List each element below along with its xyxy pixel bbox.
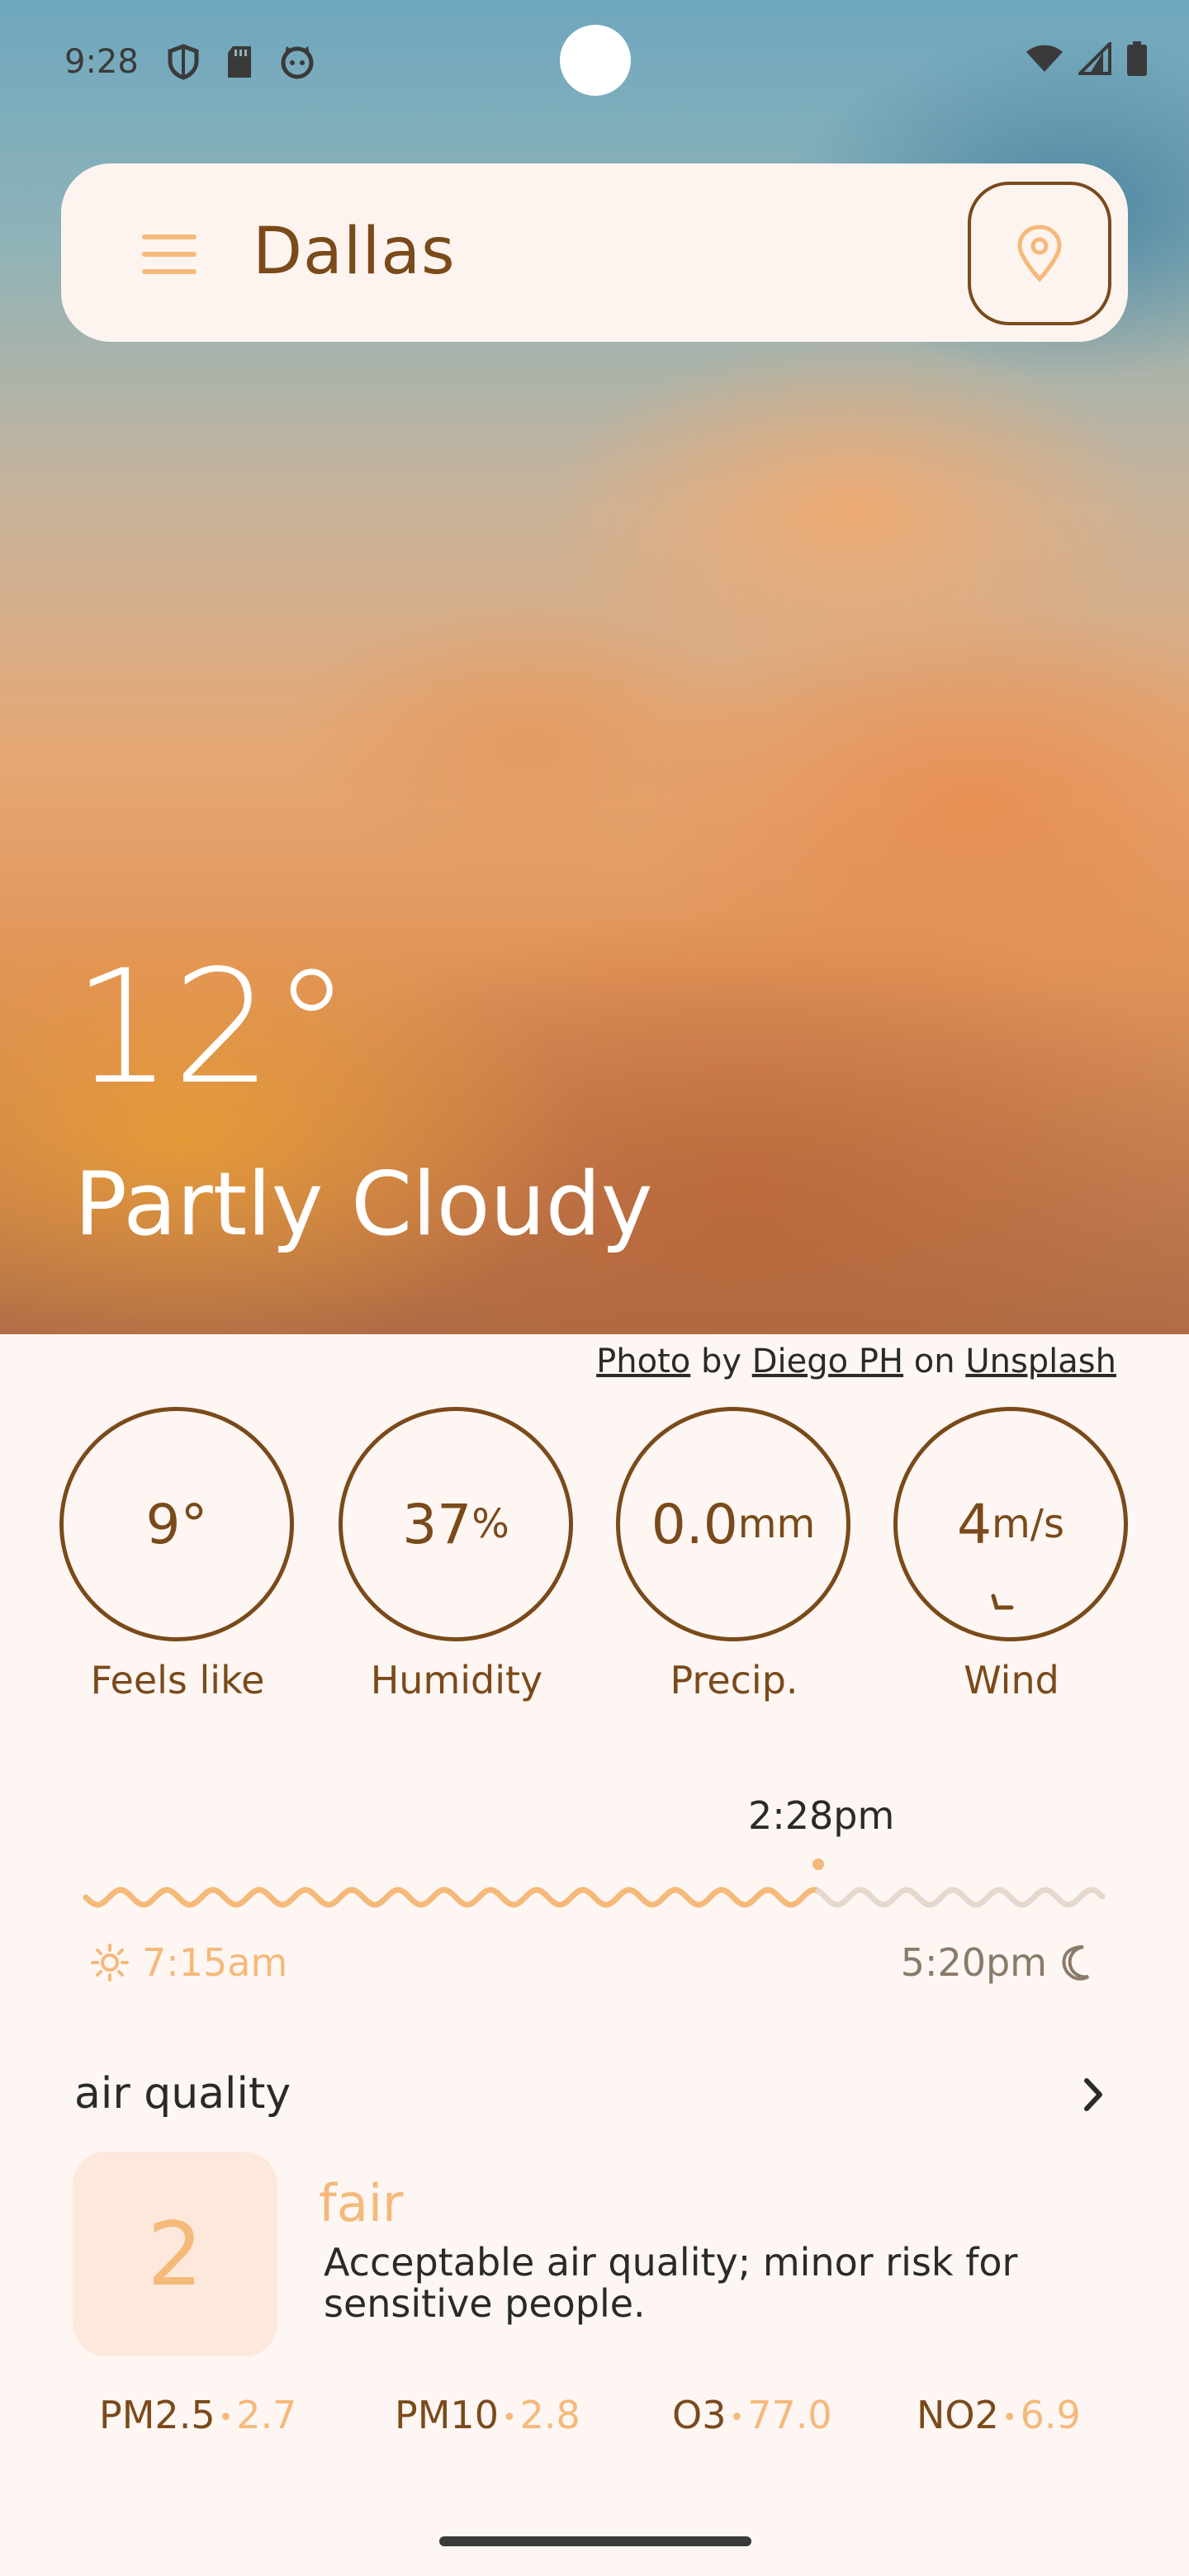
photo-credit: Photo by Diego PH on Unsplash — [596, 1342, 1116, 1380]
stat-unit: m/s — [992, 1501, 1064, 1547]
pollutant-value: 2.7 — [236, 2393, 297, 2437]
stat-value: 37 — [402, 1492, 472, 1556]
daylight-elapsed — [83, 1887, 821, 1908]
daylight-remaining — [815, 1887, 1106, 1908]
pollutant-name: NO2 — [917, 2393, 999, 2437]
unsplash-link[interactable]: Unsplash — [965, 1342, 1116, 1380]
sunrise-time: 7:15am — [142, 1940, 288, 1985]
camera-cutout — [560, 25, 631, 96]
credit-by: by — [700, 1342, 742, 1380]
shield-icon — [168, 44, 199, 80]
stat-wind: 4 m/s Wind — [893, 1407, 1130, 1702]
pollutant-name: PM10 — [395, 2393, 499, 2437]
current-sun-position — [812, 1859, 824, 1870]
stat-unit: mm — [737, 1501, 816, 1547]
sunset: 5:20pm — [901, 1940, 1093, 1985]
separator-dot: • — [218, 2403, 234, 2432]
separator-dot: • — [729, 2403, 745, 2432]
stat-precipitation: 0.0 mm Precip. — [616, 1407, 852, 1702]
stat-feels-like: 9° Feels like — [59, 1407, 296, 1702]
pollutant-name: O3 — [672, 2393, 727, 2437]
city-name[interactable]: Dallas — [253, 215, 456, 289]
pollutant-no2: NO2 •6.9 — [917, 2393, 1081, 2437]
separator-dot: • — [1002, 2403, 1017, 2432]
pollutant-value: 2.8 — [519, 2393, 580, 2437]
author-link[interactable]: Diego PH — [752, 1342, 903, 1380]
sun-icon — [91, 1944, 129, 1982]
air-quality-description: Acceptable air quality; minor risk for s… — [324, 2240, 1018, 2326]
sunrise: 7:15am — [91, 1940, 287, 1985]
stat-circle: 4 m/s — [893, 1407, 1128, 1641]
pollutant-name: PM2.5 — [99, 2393, 216, 2437]
air-quality-index: 2 — [73, 2152, 277, 2356]
air-quality-title[interactable]: air quality — [74, 2069, 291, 2119]
search-bar[interactable]: Dallas — [61, 163, 1128, 342]
stat-value: 0.0 — [651, 1492, 738, 1556]
credit-on: on — [913, 1342, 955, 1380]
stat-value: 4 — [957, 1492, 992, 1556]
stat-value: 9° — [145, 1492, 208, 1556]
cat-face-icon — [281, 46, 314, 79]
signal-icon — [1078, 42, 1111, 75]
pollutant-o3: O3 •77.0 — [672, 2393, 832, 2437]
wind-direction-icon — [991, 1593, 1014, 1610]
air-quality-label: fair — [319, 2173, 404, 2233]
stat-label: Humidity — [370, 1658, 543, 1702]
location-button[interactable] — [968, 182, 1111, 325]
stat-circle: 9° — [59, 1407, 294, 1641]
pollutant-value: 77.0 — [747, 2393, 832, 2437]
status-time: 9:28 — [64, 43, 139, 81]
pollutant-pm25: PM2.5 •2.7 — [99, 2393, 296, 2437]
battery-icon — [1127, 41, 1147, 76]
stat-humidity: 37% Humidity — [339, 1407, 575, 1702]
pollutants-row: PM2.5 •2.7 PM10 •2.8 O3 •77.0 NO2 •6.9 — [0, 2393, 1189, 2451]
stat-circle: 0.0 mm — [616, 1407, 850, 1641]
stat-circle: 37% — [339, 1407, 573, 1641]
hamburger-menu-icon[interactable] — [140, 233, 200, 276]
photo-link[interactable]: Photo — [596, 1342, 690, 1380]
chevron-right-icon[interactable] — [1077, 2074, 1110, 2115]
stat-label: Wind — [964, 1658, 1059, 1702]
home-indicator[interactable] — [439, 2536, 751, 2546]
pollutant-value: 6.9 — [1020, 2393, 1081, 2437]
separator-dot: • — [501, 2403, 517, 2432]
stat-label: Feels like — [90, 1658, 265, 1702]
wifi-icon — [1026, 45, 1063, 72]
sd-card-icon — [227, 46, 251, 78]
stat-label: Precip. — [670, 1658, 798, 1702]
stat-unit: % — [471, 1501, 509, 1547]
current-condition: Partly Cloudy — [74, 1153, 653, 1255]
sunset-time: 5:20pm — [900, 1940, 1047, 1985]
moon-icon — [1062, 1945, 1090, 1981]
current-temperature: 12° — [73, 936, 351, 1119]
location-pin-icon — [1017, 225, 1062, 282]
pollutant-pm10: PM10 •2.8 — [395, 2393, 580, 2437]
